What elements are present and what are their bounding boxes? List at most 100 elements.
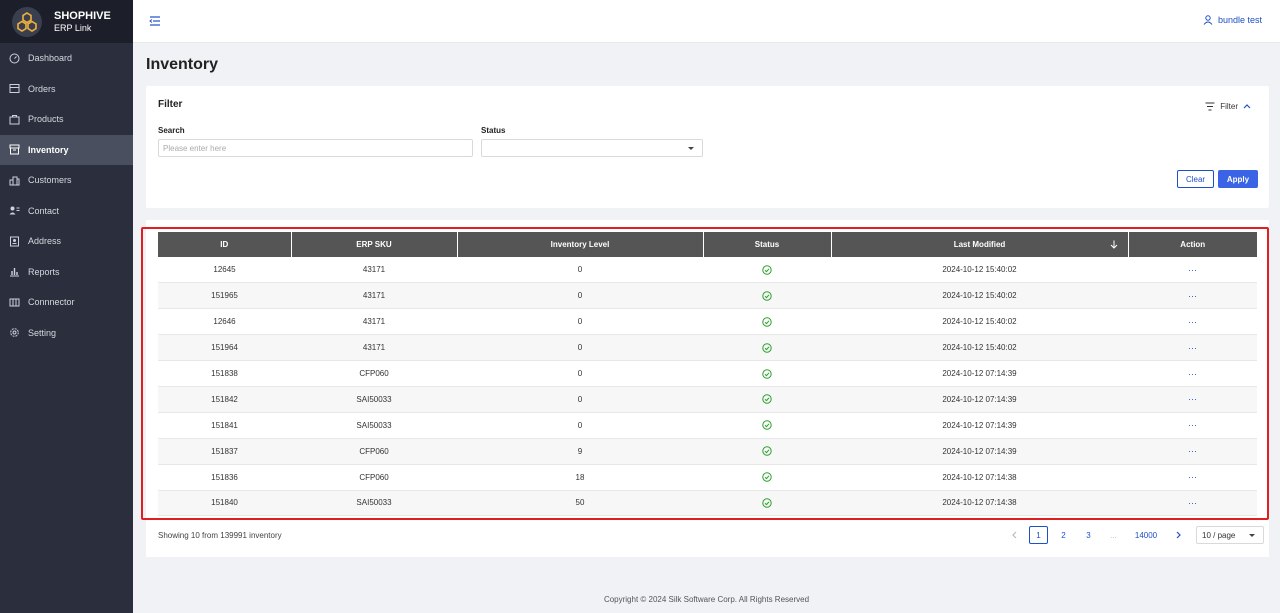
cell-inventory-level: 0 [457,412,703,439]
column-header-status[interactable]: Status [703,232,832,257]
table-row: 151842 SAI50033 0 2024-10-12 07:14:39 ··· [158,386,1257,413]
cell-action: ··· [1128,412,1257,439]
menu-toggle-icon[interactable] [149,15,161,27]
sidebar-item-label: Setting [28,327,57,338]
page-size-select[interactable]: 10 / page [1196,526,1264,544]
sidebar-item-address[interactable]: Address [0,226,133,257]
contact-icon [8,204,21,217]
cell-inventory-level: 9 [457,438,703,465]
cell-action: ··· [1128,282,1257,310]
page-ellipsis[interactable]: ... [1104,526,1123,544]
gear-icon [8,326,21,339]
cell-inventory-level: 0 [457,334,703,362]
more-actions-icon[interactable]: ··· [1188,472,1197,482]
user-menu[interactable]: bundle test [1203,15,1262,25]
check-circle-icon [762,394,772,405]
status-select[interactable] [481,139,703,157]
cell-last-modified: 2024-10-12 07:14:39 [831,412,1128,439]
cell-last-modified: 2024-10-12 07:14:39 [831,438,1128,465]
check-circle-icon [762,472,772,482]
sort-down-icon[interactable] [1110,240,1118,251]
page-last[interactable]: 14000 [1129,526,1163,544]
cell-status [703,386,831,413]
column-header-last-modified[interactable]: Last Modified [831,232,1129,257]
cell-id: 151836 [158,464,291,491]
cell-action: ··· [1128,257,1257,284]
sidebar-item-contact[interactable]: Contact [0,196,133,227]
clear-button[interactable]: Clear [1177,170,1214,188]
more-actions-icon[interactable]: ··· [1188,394,1197,404]
search-input[interactable] [158,139,473,157]
page-3[interactable]: 3 [1079,526,1098,544]
cell-inventory-level: 18 [457,464,703,491]
table-header-row: ID ERP SKU Inventory Level Status Last M… [158,232,1257,257]
table-row: 12645 43171 0 2024-10-12 15:40:02 ··· [158,257,1257,284]
connector-icon [8,296,21,309]
more-actions-icon[interactable]: ··· [1188,446,1197,456]
check-circle-icon [762,420,772,430]
inventory-icon [8,143,21,156]
more-actions-icon[interactable]: ··· [1188,265,1197,275]
cell-status [703,490,831,517]
sidebar-nav: Dashboard Orders Products Inventory Cust… [0,43,133,348]
more-actions-icon[interactable]: ··· [1188,343,1197,353]
check-circle-icon [762,498,772,508]
column-header-id[interactable]: ID [158,232,292,257]
chevron-up-icon [1243,102,1251,111]
filter-icon [1205,102,1215,111]
sidebar-item-label: Products [28,114,64,125]
cell-id: 12646 [158,308,291,336]
table-row: 151840 SAI50033 50 2024-10-12 07:14:38 ··· [158,490,1257,517]
sidebar-item-label: Customers [28,175,72,186]
next-page-icon[interactable] [1169,526,1188,544]
column-header-erp-sku[interactable]: ERP SKU [291,232,458,257]
filter-toggle-label: Filter [1220,102,1238,111]
cell-erp-sku: 43171 [291,334,457,362]
cell-id: 151964 [158,334,291,362]
cell-status [703,360,831,387]
cell-erp-sku: 43171 [291,257,457,284]
pagination-summary: Showing 10 from 139991 inventory [158,531,282,540]
sidebar-item-dashboard[interactable]: Dashboard [0,43,133,74]
sidebar-item-customers[interactable]: Customers [0,165,133,196]
column-header-inventory-level[interactable]: Inventory Level [457,232,704,257]
sidebar-item-label: Contact [28,205,60,216]
more-actions-icon[interactable]: ··· [1188,498,1197,508]
cell-erp-sku: SAI50033 [291,490,457,517]
more-actions-icon[interactable]: ··· [1188,369,1197,379]
sidebar-item-inventory[interactable]: Inventory [0,134,133,165]
inventory-table: ID ERP SKU Inventory Level Status Last M… [158,232,1257,517]
sidebar-item-connector[interactable]: Connnector [0,287,133,318]
sidebar-item-orders[interactable]: Orders [0,74,133,105]
more-actions-icon[interactable]: ··· [1188,420,1197,430]
check-circle-icon [762,317,772,327]
user-icon [1203,15,1213,25]
brand-name: SHOPHIVE [54,9,111,22]
cell-last-modified: 2024-10-12 07:14:39 [831,386,1128,413]
cell-status [703,464,831,491]
brand[interactable]: SHOPHIVE ERP Link [0,0,133,43]
sidebar-item-setting[interactable]: Setting [0,318,133,349]
check-circle-icon [762,264,772,275]
sidebar-item-reports[interactable]: Reports [0,257,133,288]
cell-id: 151837 [158,438,291,465]
check-circle-icon [762,368,772,379]
status-label: Status [481,126,506,135]
more-actions-icon[interactable]: ··· [1188,291,1197,301]
page-1[interactable]: 1 [1029,526,1048,544]
more-actions-icon[interactable]: ··· [1188,317,1197,327]
reports-icon [8,265,21,278]
apply-button[interactable]: Apply [1218,170,1258,188]
cell-id: 151840 [158,490,291,517]
table-row: 151965 43171 0 2024-10-12 15:40:02 ··· [158,282,1257,310]
filter-toggle[interactable]: Filter [1205,102,1251,111]
table-row: 151838 CFP060 0 2024-10-12 07:14:39 ··· [158,360,1257,387]
shophive-logo-icon [12,6,42,37]
cell-erp-sku: SAI50033 [291,386,457,413]
prev-page-icon[interactable] [1004,526,1023,544]
cell-inventory-level: 0 [457,386,703,413]
page-2[interactable]: 2 [1054,526,1073,544]
sidebar-item-products[interactable]: Products [0,104,133,135]
column-header-label: Last Modified [953,240,1006,249]
table-row: 151836 CFP060 18 2024-10-12 07:14:38 ··· [158,464,1257,491]
